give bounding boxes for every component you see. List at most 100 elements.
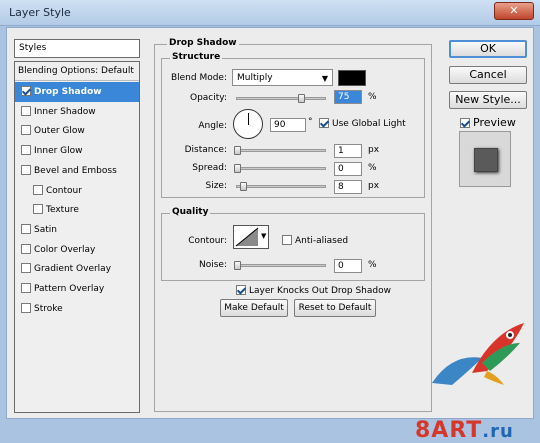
size-input[interactable]: 8 [334,180,362,194]
style-item-label: Gradient Overlay [34,264,112,275]
style-item-label: Outer Glow [34,126,85,137]
checkbox-icon [460,118,470,128]
dialog-body: Styles Blending Options: Default Drop Sh… [6,27,534,443]
preview-square [474,148,498,172]
size-slider-thumb[interactable] [240,182,247,191]
checkbox-icon[interactable] [21,263,31,274]
checkbox-icon [236,285,246,295]
quality-title: Quality [170,207,211,217]
angle-dial-hand [248,113,249,125]
distance-slider-thumb[interactable] [234,146,241,155]
angle-input[interactable]: 90 [270,118,306,132]
contour-label: Contour: [188,236,227,246]
window-title: Layer Style [9,6,71,19]
styles-header[interactable]: Styles [14,39,140,58]
svg-text:▼: ▼ [261,232,267,240]
cancel-button[interactable]: Cancel [449,66,527,84]
style-item-satin[interactable]: Satin [15,220,139,240]
shadow-color-swatch[interactable] [338,70,366,86]
opacity-unit: % [368,92,377,102]
new-style-button[interactable]: New Style... [449,91,527,109]
checkbox-icon [282,235,292,245]
size-slider-track[interactable] [236,185,326,188]
angle-unit: ° [308,117,313,127]
title-bar[interactable]: Layer Style ✕ [0,0,540,26]
preview-thumbnail [459,131,511,187]
blending-options-item[interactable]: Blending Options: Default [15,62,139,81]
quality-group: Quality [161,207,425,281]
style-item-label: Inner Glow [34,146,83,157]
make-default-button[interactable]: Make Default [220,299,288,317]
checkbox-icon[interactable] [33,184,43,195]
checkbox-icon[interactable] [21,164,31,175]
spread-label: Spread: [192,163,227,173]
style-item-gradient-overlay[interactable]: Gradient Overlay [15,259,139,279]
knocks-out-checkbox[interactable]: Layer Knocks Out Drop Shadow [236,285,391,296]
style-item-label: Texture [46,205,79,216]
style-item-texture[interactable]: Texture [15,200,139,220]
preview-checkbox[interactable]: Preview [460,116,516,129]
spread-input[interactable]: 0 [334,162,362,176]
noise-slider-track[interactable] [236,264,326,267]
checkbox-icon [319,118,329,128]
opacity-input[interactable]: 75 [334,90,362,104]
checkbox-icon[interactable] [21,86,31,96]
noise-unit: % [368,260,377,270]
size-label: Size: [205,181,227,191]
checkbox-icon[interactable] [21,243,31,254]
checkbox-icon[interactable] [21,105,31,116]
blend-mode-select[interactable]: Multiply ▼ [232,69,333,86]
checkbox-icon[interactable] [21,145,31,156]
close-icon: ✕ [509,4,519,17]
style-item-stroke[interactable]: Stroke [15,299,139,319]
noise-input[interactable]: 0 [334,259,362,273]
close-button[interactable]: ✕ [494,2,534,20]
style-item-label: Contour [46,185,82,196]
anti-aliased-checkbox[interactable]: Anti-aliased [282,235,348,246]
angle-label: Angle: [198,121,227,131]
style-item-pattern-overlay[interactable]: Pattern Overlay [15,279,139,299]
size-unit: px [368,181,380,191]
watermark: 8ART.ru [415,418,514,443]
blend-mode-value: Multiply [237,73,273,83]
style-item-inner-glow[interactable]: Inner Glow [15,141,139,161]
opacity-slider-track[interactable] [236,97,326,100]
distance-unit: px [368,145,380,155]
angle-dial[interactable] [233,109,263,139]
distance-label: Distance: [184,145,227,155]
checkbox-icon[interactable] [33,204,43,215]
blend-mode-label: Blend Mode: [170,73,227,83]
distance-slider-track[interactable] [236,149,326,152]
spread-slider-track[interactable] [236,167,326,170]
spread-slider-thumb[interactable] [234,164,241,173]
style-item-color-overlay[interactable]: Color Overlay [15,240,139,260]
style-item-label: Satin [34,224,57,235]
style-item-label: Bevel and Emboss [34,165,117,176]
checkbox-icon[interactable] [21,302,31,313]
style-item-inner-shadow[interactable]: Inner Shadow [15,102,139,122]
parrot-logo [432,323,524,385]
spread-unit: % [368,163,377,173]
chevron-down-icon: ▼ [321,74,328,83]
structure-title: Structure [170,52,223,62]
style-item-label: Color Overlay [34,244,96,255]
checkbox-icon[interactable] [21,283,31,293]
ok-button[interactable]: OK [449,40,527,58]
distance-input[interactable]: 1 [334,144,362,158]
style-item-label: Stroke [34,303,63,314]
style-item-drop-shadow[interactable]: Drop Shadow [15,82,139,102]
styles-list: Blending Options: Default Drop Shadow Inn… [14,61,140,413]
style-item-bevel-and-emboss[interactable]: Bevel and Emboss [15,161,139,181]
checkbox-icon[interactable] [21,125,31,136]
opacity-slider-thumb[interactable] [298,94,305,103]
contour-curve-icon: ▼ [235,227,267,247]
contour-picker[interactable]: ▼ [233,225,269,249]
noise-slider-thumb[interactable] [234,261,241,270]
reset-default-button[interactable]: Reset to Default [294,299,376,317]
use-global-light-checkbox[interactable]: Use Global Light [319,118,406,129]
style-item-outer-glow[interactable]: Outer Glow [15,121,139,141]
opacity-label: Opacity: [190,93,227,103]
style-item-contour[interactable]: Contour [15,181,139,201]
drop-shadow-title: Drop Shadow [167,38,239,48]
checkbox-icon[interactable] [21,223,31,234]
